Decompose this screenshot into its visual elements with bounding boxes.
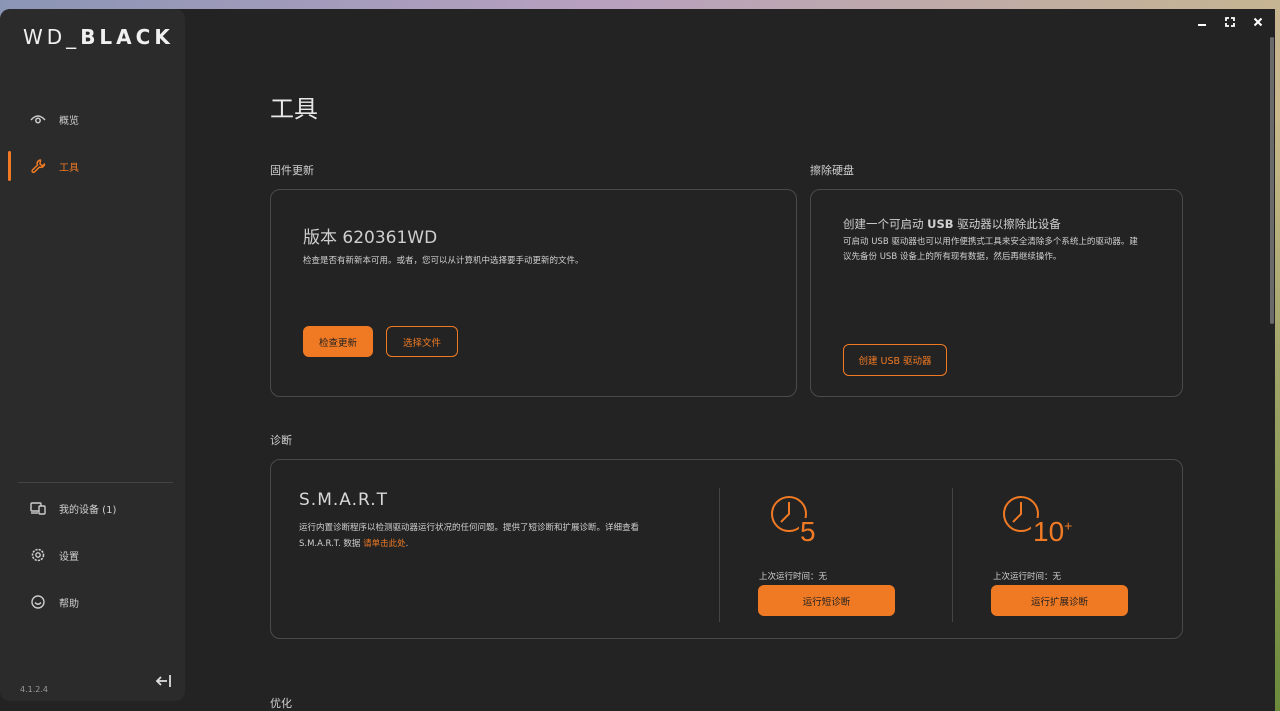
firmware-card: 版本 620361WD 检查是否有新新本可用。或者，您可以从计算机中选择要手动更… xyxy=(270,189,797,397)
sidebar-item-label: 概览 xyxy=(59,115,79,127)
page-title: 工具 xyxy=(270,95,318,123)
erase-description: 可启动 USB 驱动器也可以用作便携式工具来安全清除多个系统上的驱动器。建议先备… xyxy=(843,237,1138,262)
close-icon[interactable] xyxy=(1251,15,1265,29)
firmware-description: 检查是否有新新本可用。或者，您可以从计算机中选择要手动更新的文件。 xyxy=(303,256,584,266)
check-update-button[interactable]: 检查更新 xyxy=(303,326,373,357)
short-last-run: 上次运行时间：无 xyxy=(759,572,828,582)
app-version: 4.1.2.4 xyxy=(20,685,48,694)
eye-icon xyxy=(30,111,46,127)
extended-diagnostic-number: 10+ xyxy=(1033,516,1073,547)
wrench-icon xyxy=(30,158,46,174)
maximize-icon[interactable] xyxy=(1223,15,1237,29)
create-usb-button[interactable]: 创建 USB 驱动器 xyxy=(843,344,947,376)
firmware-version: 版本 620361WD xyxy=(303,228,438,248)
smart-data-link[interactable]: 请单击此处 xyxy=(363,539,406,549)
sidebar-item-label: 帮助 xyxy=(59,598,79,610)
firmware-section-label: 固件更新 xyxy=(270,164,314,177)
sidebar-item-overview[interactable]: 概览 xyxy=(0,103,185,135)
smart-title: S.M.A.R.T xyxy=(299,490,388,510)
divider xyxy=(952,488,953,622)
run-extended-diagnostic-button[interactable]: 运行扩展诊断 xyxy=(991,585,1128,616)
erase-section-label: 擦除硬盘 xyxy=(810,164,854,177)
optimization-section-label: 优化 xyxy=(270,697,292,710)
diagnostics-section-label: 诊断 xyxy=(270,434,292,447)
erase-card: 创建一个可启动 USB 驱动器以擦除此设备 可启动 USB 驱动器也可以用作便携… xyxy=(810,189,1183,397)
app-logo: WD_BLACK xyxy=(23,25,174,49)
sidebar-item-my-devices[interactable]: 我的设备 (1) xyxy=(0,492,185,524)
sidebar-divider xyxy=(18,482,173,483)
gear-icon xyxy=(30,547,46,563)
sidebar-item-label: 工具 xyxy=(59,162,79,174)
sidebar-item-settings[interactable]: 设置 xyxy=(0,539,185,571)
extended-last-run: 上次运行时间：无 xyxy=(993,572,1062,582)
collapse-sidebar-icon[interactable] xyxy=(155,673,173,691)
scrollbar-thumb[interactable] xyxy=(1270,37,1274,324)
sidebar-item-label: 我的设备 (1) xyxy=(59,504,117,516)
sidebar-item-help[interactable]: 帮助 xyxy=(0,586,185,618)
sidebar-item-tools[interactable]: 工具 xyxy=(0,150,185,182)
short-diagnostic-clock-icon: 5 xyxy=(769,494,829,554)
short-diagnostic-number: 5 xyxy=(800,516,816,547)
extended-diagnostic-clock-icon: 10+ xyxy=(1001,494,1081,554)
devices-icon xyxy=(30,500,46,516)
help-icon xyxy=(30,594,46,610)
smart-description: 运行内置诊断程序以检测驱动器运行状况的任何问题。提供了短诊断和扩展诊断。详细查看… xyxy=(299,523,640,549)
app-window: WD_BLACK 概览 工具 我的设备 (1) 设置 帮助 4.1.2.4 工具… xyxy=(0,9,1275,711)
divider xyxy=(719,488,720,622)
sidebar-item-label: 设置 xyxy=(59,551,79,563)
sidebar: WD_BLACK 概览 工具 我的设备 (1) 设置 帮助 4.1.2.4 xyxy=(0,9,185,701)
minimize-icon[interactable] xyxy=(1195,15,1209,29)
diagnostics-card: S.M.A.R.T 运行内置诊断程序以检测驱动器运行状况的任何问题。提供了短诊断… xyxy=(270,459,1183,639)
run-short-diagnostic-button[interactable]: 运行短诊断 xyxy=(758,585,895,616)
choose-file-button[interactable]: 选择文件 xyxy=(386,326,458,357)
window-controls xyxy=(1195,15,1265,29)
erase-title: 创建一个可启动 USB 驱动器以擦除此设备 xyxy=(843,217,1061,231)
